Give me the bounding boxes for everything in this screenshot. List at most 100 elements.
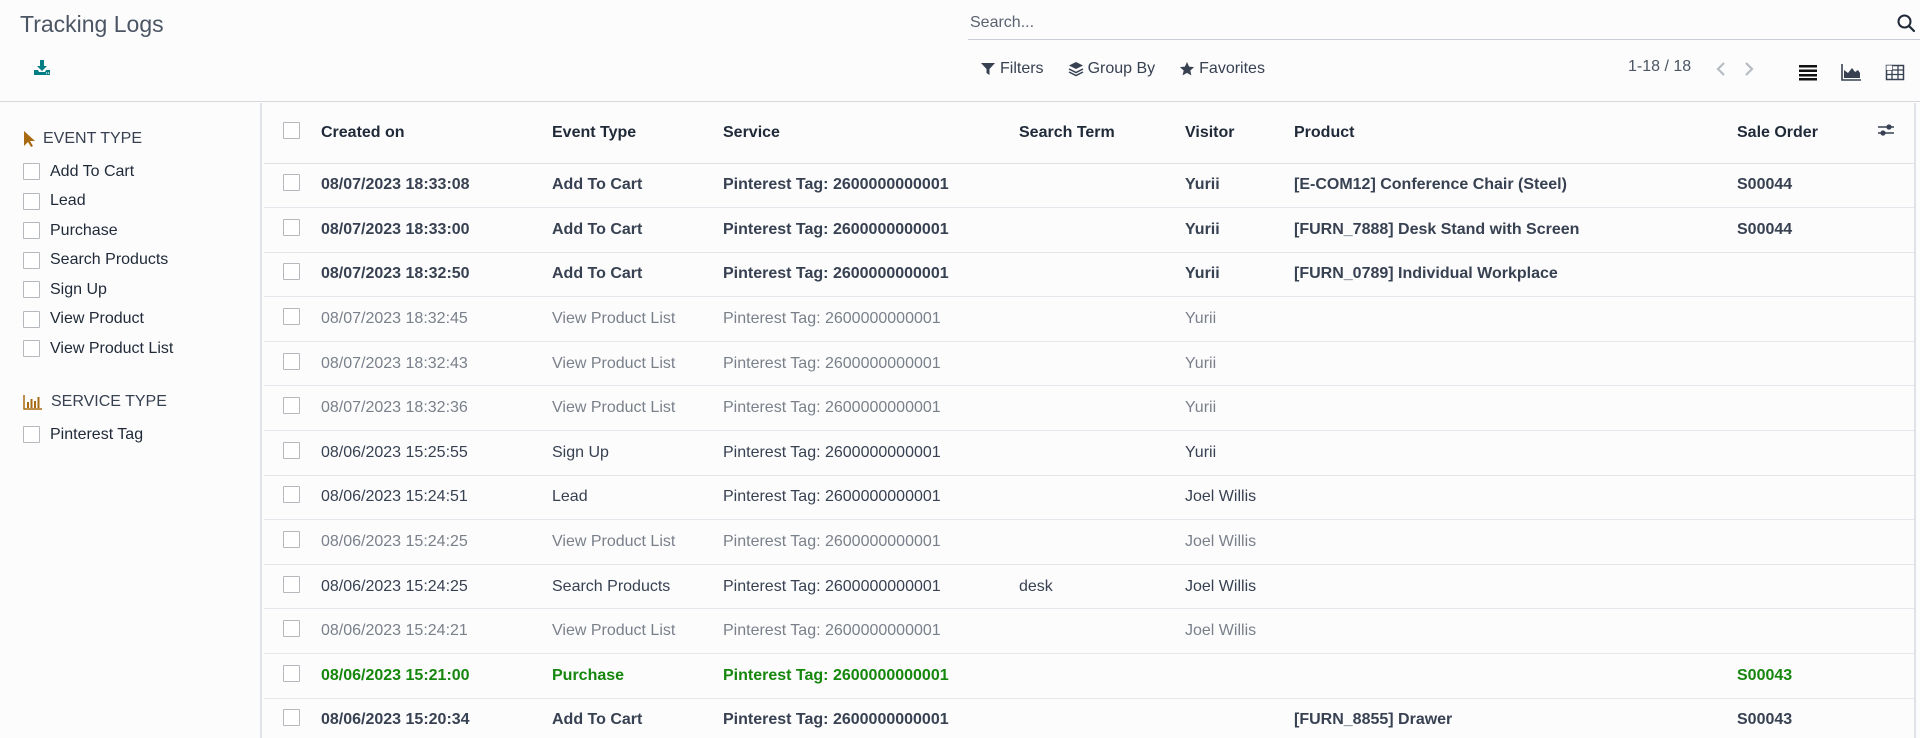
bar-chart-icon xyxy=(23,395,42,410)
checkbox[interactable] xyxy=(23,426,40,444)
cell-service: Pinterest Tag: 2600000000001 xyxy=(723,341,1019,387)
checkbox[interactable] xyxy=(23,310,40,328)
event-filter-label: Purchase xyxy=(50,221,118,239)
table-row[interactable]: 08/06/2023 15:24:25 View Product List Pint… xyxy=(264,519,1914,565)
table-row[interactable]: 08/06/2023 15:24:25 Search Products Pinter… xyxy=(264,564,1914,610)
table-row[interactable]: 08/06/2023 15:24:51 Lead Pinterest Tag: 26… xyxy=(264,475,1914,521)
cell-sale-order: S00044 xyxy=(1737,163,1877,209)
event-filter-item[interactable]: Add To Cart xyxy=(23,157,173,187)
search-input[interactable] xyxy=(970,10,1850,36)
cell-service: Pinterest Tag: 2600000000001 xyxy=(723,475,1019,521)
event-type-list: Add To Cart Lead Purchase Search Product… xyxy=(23,157,173,364)
row-checkbox[interactable] xyxy=(283,397,300,415)
column-header-event-type[interactable]: Event Type xyxy=(552,103,723,164)
cell-service: Pinterest Tag: 2600000000001 xyxy=(723,653,1019,699)
table-row[interactable]: 08/06/2023 15:21:00 Purchase Pinterest Tag… xyxy=(264,653,1914,699)
table-row[interactable]: 08/06/2023 15:24:21 View Product List Pint… xyxy=(264,608,1914,655)
table-row[interactable]: 08/06/2023 15:20:34 Add To Cart Pinterest … xyxy=(264,698,1914,738)
service-filter-label: Pinterest Tag xyxy=(50,425,144,443)
download-button[interactable] xyxy=(32,58,52,78)
cell-search-term xyxy=(1019,296,1185,342)
table-body: 08/07/2023 18:33:08 Add To Cart Pinterest … xyxy=(264,163,1914,738)
cell-event-type: View Product List xyxy=(552,519,723,565)
list-view-icon[interactable] xyxy=(1797,62,1819,82)
event-filter-item[interactable]: Purchase xyxy=(23,216,173,246)
row-checkbox[interactable] xyxy=(283,263,300,281)
row-checkbox[interactable] xyxy=(283,308,300,326)
cell-visitor: Yurii xyxy=(1185,385,1294,432)
filter-icon xyxy=(981,63,995,75)
cell-visitor: Joel Willis xyxy=(1185,475,1294,521)
group-by-button[interactable]: Group By xyxy=(1068,60,1155,78)
checkbox[interactable] xyxy=(23,192,40,210)
cell-created-on: 08/06/2023 15:24:25 xyxy=(321,564,552,610)
cell-created-on: 08/06/2023 15:21:00 xyxy=(321,653,552,699)
event-filter-label: View Product List xyxy=(50,339,174,357)
checkbox[interactable] xyxy=(23,340,40,358)
table-row[interactable]: 08/07/2023 18:33:00 Add To Cart Pinterest … xyxy=(264,207,1914,253)
cell-created-on: 08/07/2023 18:32:36 xyxy=(321,385,552,432)
event-filter-item[interactable]: Sign Up xyxy=(23,275,173,305)
row-checkbox[interactable] xyxy=(283,709,300,727)
row-checkbox[interactable] xyxy=(283,620,300,638)
checkbox[interactable] xyxy=(23,281,40,299)
row-checkbox[interactable] xyxy=(283,486,300,504)
table-row[interactable]: 08/07/2023 18:32:43 View Product List Pint… xyxy=(264,341,1914,387)
cell-product xyxy=(1294,564,1737,610)
checkbox[interactable] xyxy=(23,222,40,240)
row-checkbox[interactable] xyxy=(283,441,300,459)
area-chart-icon[interactable] xyxy=(1840,62,1862,82)
row-checkbox[interactable] xyxy=(283,218,300,236)
table-row[interactable]: 08/07/2023 18:33:08 Add To Cart Pinterest … xyxy=(264,163,1914,209)
row-checkbox[interactable] xyxy=(283,575,300,593)
cell-sale-order: S00043 xyxy=(1737,698,1877,738)
service-filter-item[interactable]: Pinterest Tag xyxy=(23,420,167,450)
table-row[interactable]: 08/06/2023 15:25:55 Sign Up Pinterest Tag:… xyxy=(264,430,1914,476)
row-checkbox[interactable] xyxy=(283,531,300,549)
column-header-sale-order[interactable]: Sale Order xyxy=(1737,103,1877,164)
table-row[interactable]: 08/07/2023 18:32:36 View Product List Pint… xyxy=(264,385,1914,432)
row-checkbox[interactable] xyxy=(283,174,300,192)
cell-event-type: Add To Cart xyxy=(552,252,723,298)
row-checkbox[interactable] xyxy=(283,352,300,370)
cell-event-type: Sign Up xyxy=(552,430,723,476)
cell-created-on: 08/07/2023 18:32:43 xyxy=(321,341,552,387)
star-icon xyxy=(1180,62,1195,76)
row-checkbox[interactable] xyxy=(283,664,300,682)
column-header-created-on[interactable]: Created on xyxy=(321,103,552,164)
cell-sale-order xyxy=(1737,385,1877,432)
chevron-left-icon[interactable] xyxy=(1714,60,1728,78)
column-header-search-term[interactable]: Search Term xyxy=(1019,103,1185,164)
cell-product xyxy=(1294,519,1737,565)
optional-columns-icon[interactable] xyxy=(1877,121,1895,139)
search-icon[interactable] xyxy=(1896,13,1916,33)
checkbox[interactable] xyxy=(23,163,40,181)
event-filter-item[interactable]: View Product List xyxy=(23,334,173,364)
cell-event-type: Add To Cart xyxy=(552,163,723,209)
column-header-service[interactable]: Service xyxy=(723,103,1019,164)
filters-label: Filters xyxy=(1000,60,1044,77)
table-row[interactable]: 08/07/2023 18:32:45 View Product List Pint… xyxy=(264,296,1914,342)
table-row[interactable]: 08/07/2023 18:32:50 Add To Cart Pinterest … xyxy=(264,252,1914,298)
cell-product xyxy=(1294,653,1737,699)
event-filter-item[interactable]: View Product xyxy=(23,305,173,335)
event-filter-item[interactable]: Lead xyxy=(23,187,173,217)
filters-button[interactable]: Filters xyxy=(980,60,1044,78)
event-filter-item[interactable]: Search Products xyxy=(23,246,173,276)
cell-visitor: Yurii xyxy=(1185,430,1294,476)
cell-product: [E-COM12] Conference Chair (Steel) xyxy=(1294,163,1737,209)
pivot-table-icon[interactable] xyxy=(1884,62,1906,82)
cell-created-on: 08/06/2023 15:24:51 xyxy=(321,475,552,521)
checkbox[interactable] xyxy=(23,251,40,269)
cell-created-on: 08/06/2023 15:24:25 xyxy=(321,519,552,565)
favorites-button[interactable]: Favorites xyxy=(1179,60,1265,78)
select-all-checkbox[interactable] xyxy=(283,121,300,139)
cell-service: Pinterest Tag: 2600000000001 xyxy=(723,385,1019,432)
column-header-visitor[interactable]: Visitor xyxy=(1185,103,1294,164)
cell-event-type: View Product List xyxy=(552,608,723,655)
chevron-right-icon[interactable] xyxy=(1742,60,1756,78)
cell-event-type: View Product List xyxy=(552,385,723,432)
column-header-product[interactable]: Product xyxy=(1294,103,1737,164)
pager-value[interactable]: 1-18 / 18 xyxy=(1628,58,1691,76)
cell-service: Pinterest Tag: 2600000000001 xyxy=(723,698,1019,738)
